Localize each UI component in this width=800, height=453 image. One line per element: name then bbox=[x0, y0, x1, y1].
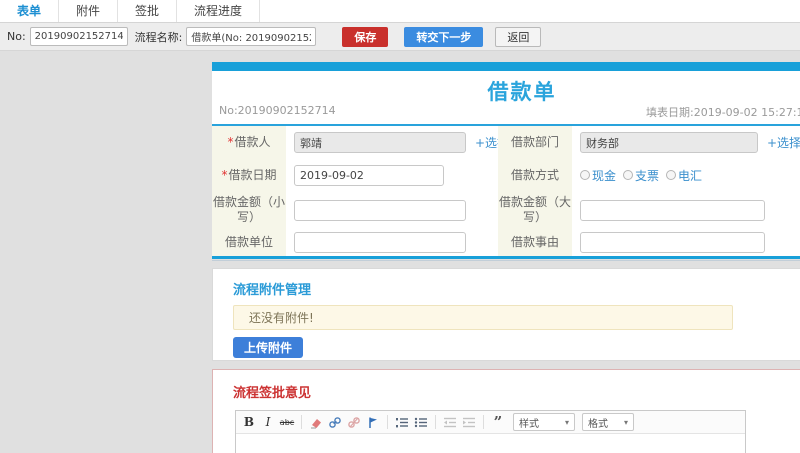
field-amount-uppercase: 借款金额（大写） bbox=[498, 191, 800, 229]
link-button[interactable] bbox=[327, 414, 343, 431]
anchor-button[interactable] bbox=[365, 414, 381, 431]
field-amount-lowercase: 借款金额（小写） bbox=[212, 191, 498, 229]
fill-date-text: 填表日期:2019-09-02 15:27:1 bbox=[646, 106, 800, 119]
approval-section-title: 流程签批意见 bbox=[233, 386, 312, 401]
department-label: 借款部门 bbox=[498, 126, 572, 159]
tab-sign-approve[interactable]: 签批 bbox=[118, 0, 178, 22]
panel-top-accent-bar bbox=[212, 62, 800, 71]
unlink-button[interactable] bbox=[346, 414, 362, 431]
remove-format-button[interactable] bbox=[308, 414, 324, 431]
borrower-label: *借款人 bbox=[212, 126, 286, 159]
loan-reason-input[interactable] bbox=[580, 232, 765, 253]
approval-panel: 流程签批意见 B I abc ” 样式 ▾ 格式 ▾ bbox=[212, 369, 800, 453]
tab-bar: 表单 附件 签批 流程进度 bbox=[0, 0, 800, 23]
form-meta-row: No:20190902152714 填表日期:2019-09-02 15:27:… bbox=[212, 104, 800, 121]
page-title: 借款单 bbox=[487, 80, 557, 104]
style-dropdown[interactable]: 样式 ▾ bbox=[513, 413, 575, 431]
strikethrough-icon: abc bbox=[279, 417, 295, 427]
toolbar-separator bbox=[301, 415, 302, 429]
radio-wire-transfer[interactable]: 电汇 bbox=[666, 167, 702, 184]
loan-method-label: 借款方式 bbox=[498, 159, 572, 191]
process-name-input[interactable] bbox=[186, 27, 317, 46]
amount-lowercase-label: 借款金额（小写） bbox=[212, 191, 286, 229]
tab-attachments[interactable]: 附件 bbox=[59, 0, 119, 22]
format-dropdown[interactable]: 格式 ▾ bbox=[582, 413, 634, 431]
field-loan-unit: 借款单位 bbox=[212, 229, 498, 256]
process-name-label: 流程名称: bbox=[134, 30, 183, 44]
required-mark: * bbox=[227, 135, 234, 149]
italic-button[interactable]: I bbox=[260, 414, 276, 431]
bold-icon: B bbox=[243, 415, 255, 429]
loan-unit-label: 借款单位 bbox=[212, 229, 286, 256]
toolbar-separator bbox=[483, 415, 484, 429]
back-button[interactable]: 返回 bbox=[495, 26, 542, 47]
no-label: No: bbox=[7, 30, 26, 43]
amount-uppercase-input[interactable] bbox=[580, 199, 765, 221]
save-button[interactable]: 保存 bbox=[342, 26, 389, 47]
field-loan-method: 借款方式 现金 支票 电汇 bbox=[498, 159, 800, 191]
chevron-down-icon: ▾ bbox=[623, 417, 628, 427]
field-loan-reason: 借款事由 bbox=[498, 229, 800, 256]
bullet-list-icon bbox=[414, 417, 427, 427]
department-input[interactable] bbox=[580, 132, 758, 153]
radio-circle-icon bbox=[623, 170, 634, 180]
bold-button[interactable]: B bbox=[241, 414, 257, 431]
loan-unit-input[interactable] bbox=[294, 232, 466, 253]
loan-reason-label: 借款事由 bbox=[498, 229, 572, 256]
editor-content-area[interactable] bbox=[236, 434, 745, 453]
toolbar-separator bbox=[435, 415, 436, 429]
forward-next-step-button[interactable]: 转交下一步 bbox=[404, 26, 484, 47]
no-attachment-alert: 还没有附件! bbox=[233, 305, 733, 330]
italic-icon: I bbox=[265, 415, 271, 429]
top-toolbar: No: 流程名称: 保存 转交下一步 返回 bbox=[0, 23, 800, 51]
loan-form-panel: 借款单 No:20190902152714 填表日期:2019-09-02 15… bbox=[212, 62, 800, 259]
numbered-list-button[interactable] bbox=[394, 414, 410, 431]
no-input[interactable] bbox=[29, 27, 128, 46]
strikethrough-button[interactable]: abc bbox=[279, 414, 295, 431]
select-department-link[interactable]: +选择部门 bbox=[767, 134, 800, 151]
unlink-icon bbox=[348, 416, 360, 428]
outdent-icon bbox=[444, 417, 456, 427]
numbered-list-icon bbox=[396, 417, 408, 427]
blockquote-button[interactable]: ” bbox=[490, 414, 506, 431]
bullet-list-button[interactable] bbox=[413, 414, 429, 431]
panel-shadow-line bbox=[212, 260, 800, 261]
loan-date-input[interactable] bbox=[294, 164, 444, 186]
link-icon bbox=[329, 416, 341, 428]
amount-uppercase-label: 借款金额（大写） bbox=[498, 191, 572, 229]
upload-attachment-button[interactable]: 上传附件 bbox=[233, 337, 304, 358]
radio-cheque[interactable]: 支票 bbox=[623, 167, 659, 184]
field-borrower: *借款人 +选择人员 bbox=[212, 126, 533, 159]
eraser-icon bbox=[310, 418, 321, 428]
tab-form[interactable]: 表单 bbox=[0, 0, 60, 22]
blockquote-icon: ” bbox=[493, 413, 503, 431]
radio-cash[interactable]: 现金 bbox=[580, 167, 616, 184]
radio-circle-icon bbox=[666, 170, 677, 180]
field-department: 借款部门 +选择部门 bbox=[498, 126, 800, 159]
chevron-down-icon: ▾ bbox=[564, 417, 569, 427]
rich-text-editor: B I abc ” 样式 ▾ 格式 ▾ bbox=[235, 410, 746, 453]
radio-circle-icon bbox=[580, 170, 590, 180]
field-loan-date: *借款日期 bbox=[212, 159, 498, 191]
indent-button[interactable] bbox=[461, 414, 477, 431]
loan-date-label: *借款日期 bbox=[212, 159, 286, 191]
outdent-button[interactable] bbox=[442, 414, 458, 431]
attachment-section-title: 流程附件管理 bbox=[233, 283, 312, 298]
loan-form-grid: *借款人 +选择人员 借款部门 +选择部门 *借款日期 bbox=[212, 126, 800, 256]
tab-process-progress[interactable]: 流程进度 bbox=[177, 0, 261, 22]
amount-lowercase-input[interactable] bbox=[294, 199, 466, 221]
panel-bottom-accent-bar bbox=[212, 256, 800, 259]
flag-icon bbox=[369, 417, 377, 428]
required-mark: * bbox=[221, 167, 228, 182]
borrower-input[interactable] bbox=[294, 132, 466, 153]
attachment-panel: 流程附件管理 还没有附件! 上传附件 bbox=[212, 268, 800, 361]
toolbar-separator bbox=[387, 415, 388, 429]
loan-method-radio-group: 现金 支票 电汇 bbox=[580, 167, 702, 184]
indent-icon bbox=[463, 417, 475, 427]
editor-toolbar: B I abc ” 样式 ▾ 格式 ▾ bbox=[236, 411, 745, 434]
form-number-text: No:20190902152714 bbox=[219, 104, 336, 117]
